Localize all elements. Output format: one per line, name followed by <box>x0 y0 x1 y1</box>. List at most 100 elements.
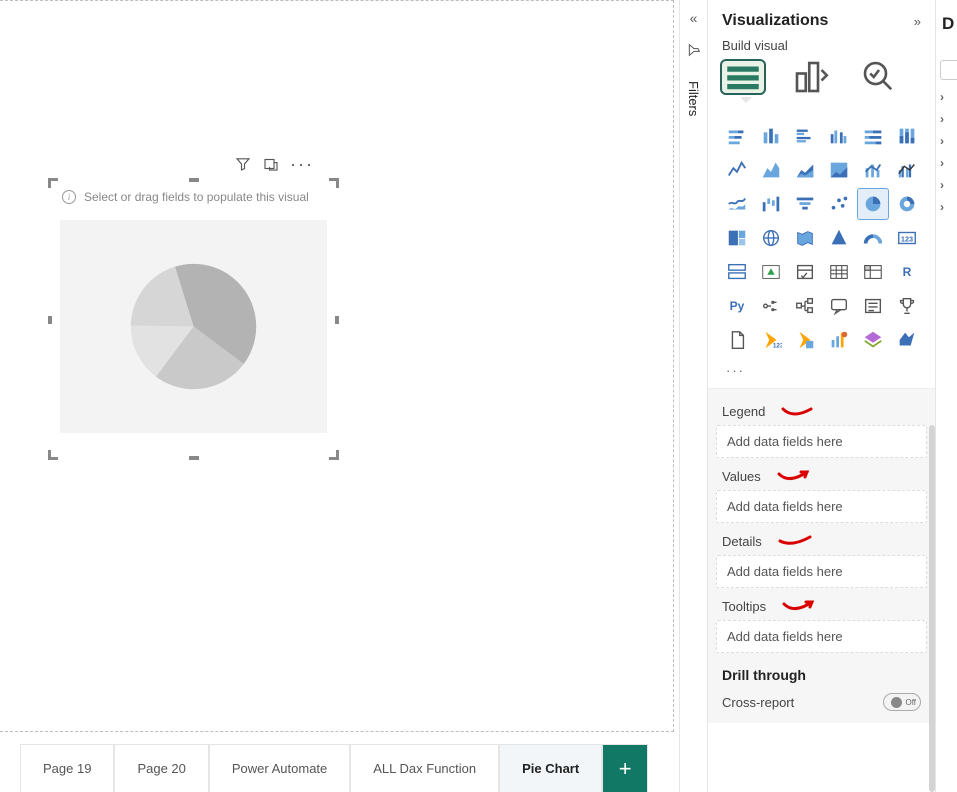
viz-stacked-area-icon[interactable] <box>790 155 820 185</box>
format-visual-tab[interactable] <box>790 61 832 93</box>
viz-clustered-column-icon[interactable] <box>824 121 854 151</box>
viz-power-automate-icon[interactable]: 123 <box>756 325 786 355</box>
viz-card-icon[interactable]: 123 <box>892 223 922 253</box>
more-options-icon[interactable]: ··· <box>290 155 314 176</box>
viz-python-icon[interactable]: Py <box>722 291 752 321</box>
toggle-value: Off <box>905 698 916 707</box>
well-legend-dropzone[interactable]: Add data fields here <box>716 425 927 458</box>
scrollbar[interactable] <box>929 425 935 792</box>
visual-toolbar: ··· <box>234 155 314 176</box>
viz-azure-map-icon[interactable] <box>824 223 854 253</box>
visualizations-title: Visualizations <box>722 12 828 30</box>
viz-line-column-icon[interactable] <box>858 155 888 185</box>
viz-custom1-icon[interactable] <box>858 325 888 355</box>
chevron-right-icon[interactable]: › <box>936 196 957 218</box>
page-tab[interactable]: Power Automate <box>209 744 350 792</box>
viz-key-influencers-icon[interactable] <box>756 291 786 321</box>
visualizations-pane: Visualizations » Build visual <box>707 0 935 792</box>
field-wells: Legend Add data fields here Values Add d… <box>708 388 935 723</box>
viz-area-icon[interactable] <box>756 155 786 185</box>
viz-decomposition-tree-icon[interactable] <box>790 291 820 321</box>
collapse-icon[interactable]: « <box>690 10 698 26</box>
viz-line-icon[interactable] <box>722 155 752 185</box>
viz-donut-icon[interactable] <box>892 189 922 219</box>
well-values-label: Values <box>722 469 761 484</box>
viz-stacked-column-icon[interactable] <box>756 121 786 151</box>
well-tooltips-label: Tooltips <box>722 599 766 614</box>
resize-handle[interactable] <box>48 178 58 188</box>
chevron-right-icon[interactable]: › <box>936 152 957 174</box>
visual-placeholder-text: Select or drag fields to populate this v… <box>84 190 309 204</box>
viz-clustered-bar-icon[interactable] <box>790 121 820 151</box>
viz-paginated-icon[interactable] <box>722 325 752 355</box>
well-values-dropzone[interactable]: Add data fields here <box>716 490 927 523</box>
viz-line-clustered-column-icon[interactable] <box>892 155 922 185</box>
viz-qna-icon[interactable] <box>824 291 854 321</box>
resize-handle[interactable] <box>48 316 52 324</box>
resize-handle[interactable] <box>189 178 199 182</box>
viz-waterfall-icon[interactable] <box>756 189 786 219</box>
viz-matrix-icon[interactable] <box>858 257 888 287</box>
expand-icon[interactable]: » <box>914 14 921 29</box>
viz-power-apps-icon[interactable] <box>790 325 820 355</box>
page-tab[interactable]: ALL Dax Function <box>350 744 499 792</box>
page-tab-label: Power Automate <box>232 761 327 776</box>
viz-funnel-icon[interactable] <box>790 189 820 219</box>
viz-goals-icon[interactable] <box>892 291 922 321</box>
data-pane-collapsed[interactable]: D › › › › › › <box>935 0 957 792</box>
pie-chart-placeholder <box>126 259 261 394</box>
chevron-right-icon[interactable]: › <box>936 108 957 130</box>
chevron-right-icon[interactable]: › <box>936 130 957 152</box>
viz-table-icon[interactable] <box>824 257 854 287</box>
search-field-sliver[interactable] <box>940 60 957 80</box>
viz-multirow-card-icon[interactable] <box>722 257 752 287</box>
chevron-right-icon[interactable]: › <box>936 86 957 108</box>
report-canvas[interactable]: ··· i Select or drag fields to populate … <box>0 0 679 792</box>
visualization-gallery: 123 R Py 123 <box>708 121 935 361</box>
page-tab-label: ALL Dax Function <box>373 761 476 776</box>
viz-100-stacked-area-icon[interactable] <box>824 155 854 185</box>
filter-icon[interactable] <box>234 155 252 176</box>
viz-anomaly-icon[interactable] <box>824 325 854 355</box>
viz-ribbon-icon[interactable] <box>722 189 752 219</box>
cross-report-toggle[interactable]: Off <box>883 693 921 711</box>
viz-scatter-icon[interactable] <box>824 189 854 219</box>
viz-map-icon[interactable] <box>756 223 786 253</box>
analytics-tab[interactable] <box>858 61 900 93</box>
resize-handle[interactable] <box>189 456 199 460</box>
add-page-button[interactable]: + <box>602 744 648 792</box>
resize-handle[interactable] <box>48 450 58 460</box>
page-tabs: Page 19 Page 20 Power Automate ALL Dax F… <box>20 744 669 792</box>
focus-mode-icon[interactable] <box>262 155 280 176</box>
filters-pane-collapsed[interactable]: « Filters <box>679 0 707 792</box>
resize-handle[interactable] <box>329 450 339 460</box>
viz-r-icon[interactable]: R <box>892 257 922 287</box>
resize-handle[interactable] <box>329 178 339 188</box>
viz-stacked-bar-icon[interactable] <box>722 121 752 151</box>
viz-100-stacked-column-icon[interactable] <box>892 121 922 151</box>
build-visual-tab[interactable] <box>722 61 764 93</box>
viz-custom2-icon[interactable] <box>892 325 922 355</box>
pie-chart-visual[interactable]: i Select or drag fields to populate this… <box>50 180 337 458</box>
viz-filled-map-icon[interactable] <box>790 223 820 253</box>
tab-indicator <box>708 99 935 117</box>
viz-slicer-icon[interactable] <box>790 257 820 287</box>
viz-gauge-icon[interactable] <box>858 223 888 253</box>
viz-treemap-icon[interactable] <box>722 223 752 253</box>
more-visuals-button[interactable]: ··· <box>708 361 935 388</box>
chevron-right-icon[interactable]: › <box>936 174 957 196</box>
chart-body <box>60 220 327 433</box>
page-tab[interactable]: Page 20 <box>114 744 208 792</box>
data-pane-title: D <box>936 14 957 34</box>
well-tooltips-dropzone[interactable]: Add data fields here <box>716 620 927 653</box>
filter-icon <box>686 42 702 61</box>
well-details-dropzone[interactable]: Add data fields here <box>716 555 927 588</box>
viz-pie-icon[interactable] <box>858 189 888 219</box>
page-tab-active[interactable]: Pie Chart <box>499 744 602 792</box>
page-tab[interactable]: Page 19 <box>20 744 114 792</box>
info-icon: i <box>62 190 76 204</box>
viz-smart-narrative-icon[interactable] <box>858 291 888 321</box>
viz-kpi-icon[interactable] <box>756 257 786 287</box>
resize-handle[interactable] <box>335 316 339 324</box>
viz-100-stacked-bar-icon[interactable] <box>858 121 888 151</box>
